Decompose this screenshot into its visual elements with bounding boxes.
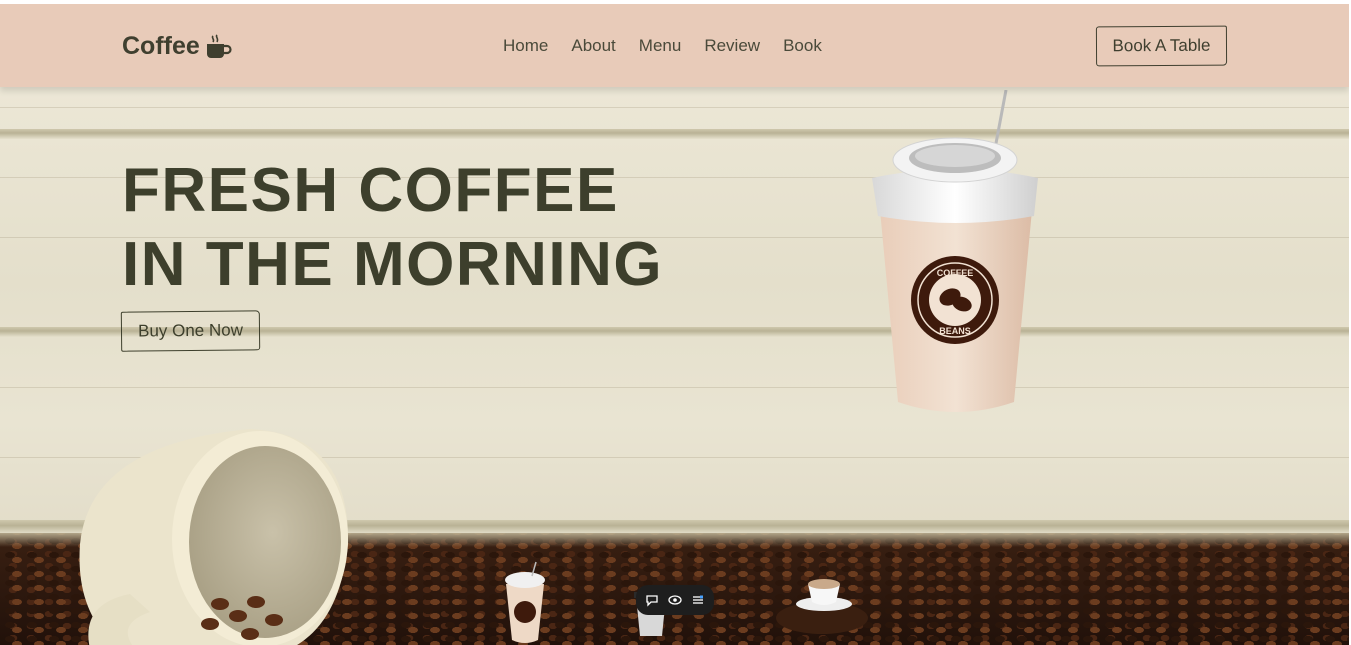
buy-one-now-button[interactable]: Buy One Now	[120, 310, 261, 352]
takeaway-cup-thumbnail[interactable]	[502, 560, 548, 645]
floating-toolbar	[636, 585, 714, 615]
main-nav: Home About Menu Review Book	[503, 36, 845, 56]
headline-line-1: FRESH COFFEE	[122, 156, 619, 225]
coffee-cup-icon	[206, 33, 232, 58]
nav-about[interactable]: About	[571, 36, 615, 56]
cup-label-bottom: BEANS	[939, 326, 971, 336]
chat-bubble-icon[interactable]	[645, 593, 659, 607]
hero-headline: FRESH COFFEE IN THE MORNING	[122, 154, 663, 302]
cup-label-top: COFFEE	[937, 268, 974, 278]
nav-book[interactable]: Book	[783, 36, 822, 56]
eye-icon[interactable]	[668, 593, 682, 607]
logo-text: Coffee	[122, 32, 200, 60]
sliders-icon[interactable]	[691, 593, 705, 607]
book-table-button[interactable]: Book A Table	[1095, 25, 1228, 67]
coffee-saucer-thumbnail[interactable]	[774, 570, 870, 636]
wall-plank-groove	[0, 129, 1349, 139]
site-header: Coffee Home About Menu Review Book Book …	[0, 4, 1349, 87]
nav-menu[interactable]: Menu	[639, 36, 682, 56]
logo[interactable]: Coffee	[122, 32, 232, 61]
spilled-coffee-mug-image	[79, 429, 349, 645]
nav-home[interactable]: Home	[503, 36, 548, 56]
takeaway-coffee-cup-image: COFFEE BEANS	[872, 90, 1038, 412]
headline-line-2: IN THE MORNING	[122, 230, 664, 299]
nav-review[interactable]: Review	[704, 36, 760, 56]
page: Coffee Home About Menu Review Book Book …	[0, 4, 1349, 645]
